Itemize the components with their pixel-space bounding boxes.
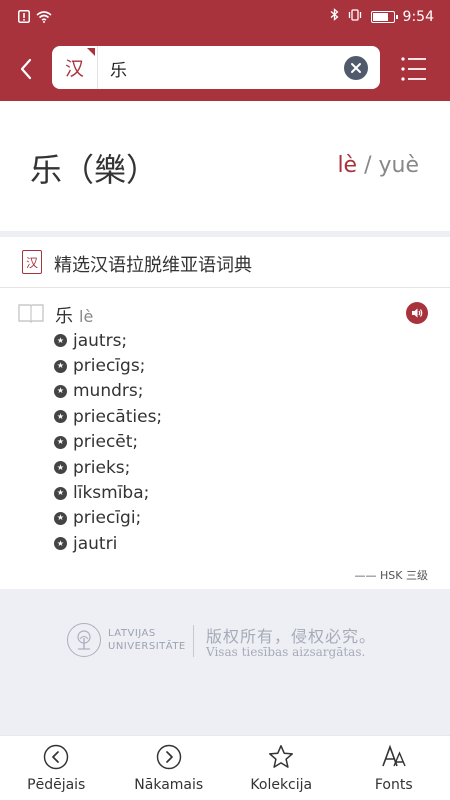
university-name-line2: UNIVERSITĀTE	[108, 641, 186, 652]
star-bullet-icon: ★	[54, 537, 67, 551]
university-name-line1: LATVIJAS	[108, 628, 156, 639]
headword-area: 乐（樂） lè / yuè	[0, 101, 450, 231]
battery-icon	[370, 10, 398, 23]
nav-fonts-button[interactable]: Fonts	[338, 736, 450, 800]
sense-text: priecāties;	[73, 406, 163, 427]
nav-fonts-label: Fonts	[374, 777, 413, 793]
sense-text: jautrs;	[73, 330, 128, 351]
sense-text: jautri	[73, 533, 118, 554]
nav-next-button[interactable]: Nākamais	[113, 736, 226, 800]
list-item: ★ jautri	[54, 531, 162, 556]
headword-pinyin: lè / yuè	[337, 153, 419, 178]
sense-text: priecīgs;	[73, 356, 146, 377]
alert-sim-icon	[18, 8, 30, 27]
dictionary-entry: 乐 lè ★ jautrs; ★ priecīgs; ★ mundrs; ★ priecā…	[0, 288, 450, 588]
sense-text: prieks;	[73, 457, 131, 478]
star-bullet-icon: ★	[54, 435, 67, 449]
list-item: ★ priecēt;	[54, 430, 162, 455]
nav-collection-button[interactable]: Kolekcija	[225, 736, 338, 800]
star-bullet-icon: ★	[54, 511, 67, 525]
open-book-icon	[18, 303, 44, 327]
nav-next-label: Nākamais	[134, 777, 204, 793]
entry-word: 乐	[55, 306, 73, 327]
bottom-navigation: Pēdējais Nākamais Kolekcija Fonts	[0, 735, 450, 800]
vibrate-icon	[347, 8, 363, 25]
back-button[interactable]	[14, 54, 38, 84]
hsk-level-label: —— HSK 三级	[354, 569, 428, 582]
search-input[interactable]	[110, 54, 330, 82]
app-header: 9:54 汉	[0, 0, 450, 101]
copyright-band: LATVIJAS UNIVERSITĀTE 版权所有，侵权必究。 Visas t…	[0, 589, 450, 735]
nav-previous-label: Pēdējais	[27, 777, 86, 793]
star-bullet-icon: ★	[54, 486, 67, 500]
dictionary-header: 汉 精选汉语拉脱维亚语词典	[0, 237, 450, 288]
status-bar: 9:54	[0, 0, 450, 34]
sense-text: priecēt;	[73, 432, 139, 453]
university-logo-icon	[67, 623, 101, 657]
entry-headword: 乐 lè	[55, 302, 93, 328]
language-toggle[interactable]: 汉	[52, 46, 98, 89]
star-bullet-icon: ★	[54, 359, 67, 373]
chevron-right-circle-icon	[156, 744, 182, 770]
list-item: ★ jautrs;	[54, 328, 162, 353]
star-icon	[268, 744, 294, 770]
pinyin-separator: /	[357, 153, 379, 178]
copyright-chinese: 版权所有，侵权必究。	[206, 627, 377, 646]
list-item: ★ līksmība;	[54, 480, 162, 505]
list-item: ★ priecāties;	[54, 404, 162, 429]
bluetooth-icon	[330, 8, 339, 25]
wifi-icon	[36, 8, 52, 27]
star-bullet-icon: ★	[54, 384, 67, 398]
list-item: ★ prieks;	[54, 455, 162, 480]
menu-button[interactable]	[400, 55, 428, 83]
logo-divider	[193, 625, 194, 657]
star-bullet-icon: ★	[54, 461, 67, 475]
status-time: 9:54	[402, 8, 434, 25]
speaker-icon	[412, 308, 423, 318]
sense-text: līksmība;	[73, 483, 150, 504]
headword: 乐（樂）	[30, 151, 159, 189]
sense-list: ★ jautrs; ★ priecīgs; ★ mundrs; ★ priecāties…	[54, 328, 162, 557]
list-item: ★ priecīgi;	[54, 506, 162, 531]
dictionary-book-icon: 汉	[22, 250, 42, 274]
font-size-icon	[381, 744, 407, 770]
list-item: ★ mundrs;	[54, 379, 162, 404]
sense-text: mundrs;	[73, 381, 144, 402]
university-name: LATVIJAS UNIVERSITĀTE	[108, 627, 186, 653]
search-box: 汉	[52, 46, 380, 89]
corner-marker-icon	[87, 48, 95, 56]
pinyin-secondary: yuè	[378, 153, 420, 178]
audio-button[interactable]	[406, 302, 428, 324]
star-bullet-icon: ★	[54, 410, 67, 424]
nav-previous-button[interactable]: Pēdējais	[0, 736, 113, 800]
copyright-latvian: Visas tiesības aizsargātas.	[206, 645, 366, 659]
dictionary-icon-label: 汉	[25, 255, 38, 270]
nav-collection-label: Kolekcija	[250, 777, 313, 793]
entry-pinyin: lè	[79, 307, 94, 326]
list-menu-icon	[401, 57, 426, 81]
chevron-left-icon	[20, 58, 32, 80]
close-icon	[351, 63, 361, 73]
list-item: ★ priecīgs;	[54, 353, 162, 378]
chevron-left-circle-icon	[43, 744, 69, 770]
language-toggle-label: 汉	[64, 58, 84, 80]
dictionary-name: 精选汉语拉脱维亚语词典	[54, 255, 252, 276]
clear-search-button[interactable]	[344, 56, 368, 80]
star-bullet-icon: ★	[54, 334, 67, 348]
sense-text: priecīgi;	[73, 508, 142, 529]
pinyin-primary: lè	[337, 153, 358, 178]
